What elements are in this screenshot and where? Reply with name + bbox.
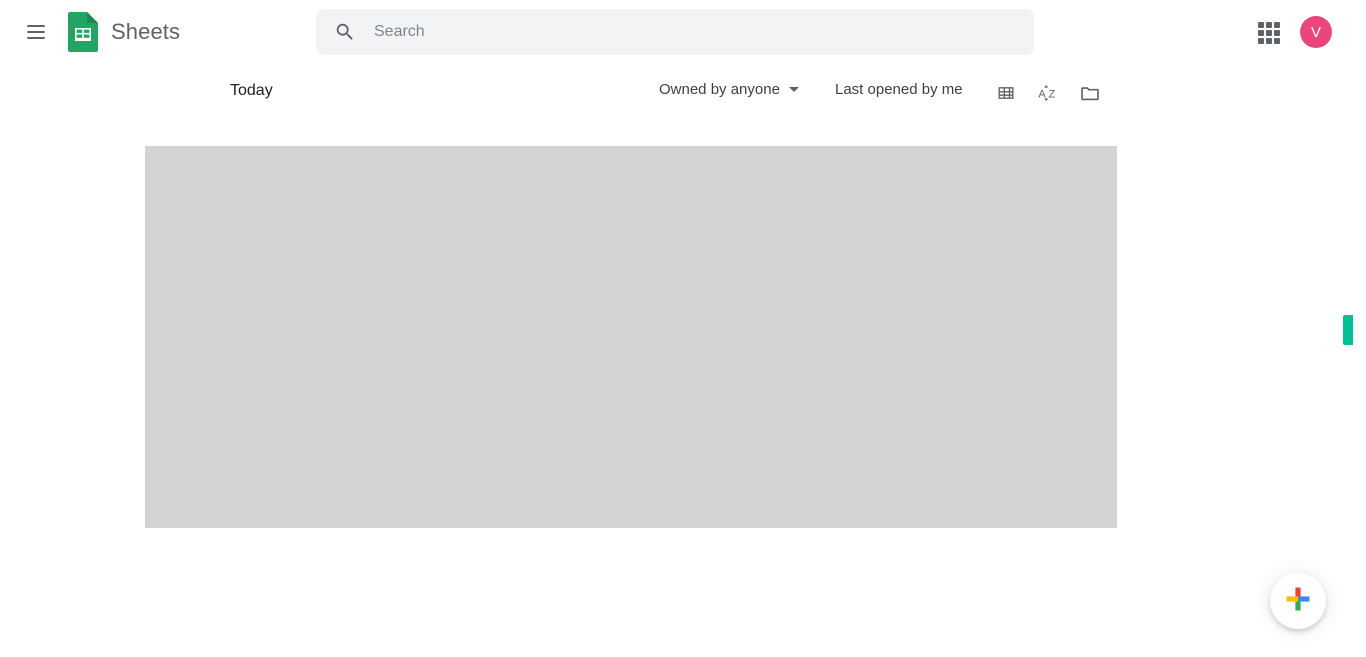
document-grid-placeholder[interactable]: [145, 146, 1117, 528]
avatar-initial: V: [1310, 23, 1321, 41]
svg-text:Z: Z: [1048, 89, 1055, 101]
apps-grid-icon[interactable]: [1252, 16, 1286, 50]
avatar[interactable]: V: [1300, 16, 1332, 48]
owner-filter-button[interactable]: Owned by anyone: [659, 81, 799, 98]
apps-grid-dot: [1258, 22, 1264, 28]
folder-icon[interactable]: [1073, 76, 1107, 110]
hamburger-bar: [27, 37, 45, 39]
sheets-icon: [68, 12, 98, 52]
search-icon: [334, 21, 356, 43]
apps-grid-dot: [1266, 30, 1272, 36]
apps-grid-dot: [1274, 22, 1280, 28]
app-title: Sheets: [111, 19, 181, 44]
search-bar[interactable]: [316, 9, 1034, 55]
section-header-today: Today: [230, 82, 273, 99]
top-app-bar: Sheets V: [0, 0, 1366, 64]
sort-order-button[interactable]: Last opened by me: [835, 81, 963, 98]
side-panel-tab[interactable]: [1343, 315, 1353, 345]
search-input[interactable]: [374, 9, 1034, 55]
apps-grid-dot: [1274, 30, 1280, 36]
document-list-area: [0, 116, 1366, 657]
apps-grid-dot: [1258, 38, 1264, 44]
sort-alpha-icon[interactable]: A Z: [1031, 76, 1065, 110]
chevron-down-icon: [788, 87, 799, 92]
hamburger-menu-icon[interactable]: [22, 18, 50, 46]
grid-view-icon[interactable]: [989, 76, 1023, 110]
app-brand[interactable]: Sheets: [68, 12, 180, 52]
google-plus-icon: [1285, 586, 1311, 617]
apps-grid-dot: [1258, 30, 1264, 36]
hamburger-bar: [27, 25, 45, 27]
list-toolbar: Today Owned by anyone Last opened by me …: [0, 72, 1366, 116]
owner-filter-label: Owned by anyone: [659, 81, 780, 98]
apps-grid-dot: [1274, 38, 1280, 44]
create-new-button[interactable]: [1270, 573, 1326, 629]
apps-grid-dot: [1266, 22, 1272, 28]
hamburger-bar: [27, 31, 45, 33]
apps-grid-dot: [1266, 38, 1272, 44]
